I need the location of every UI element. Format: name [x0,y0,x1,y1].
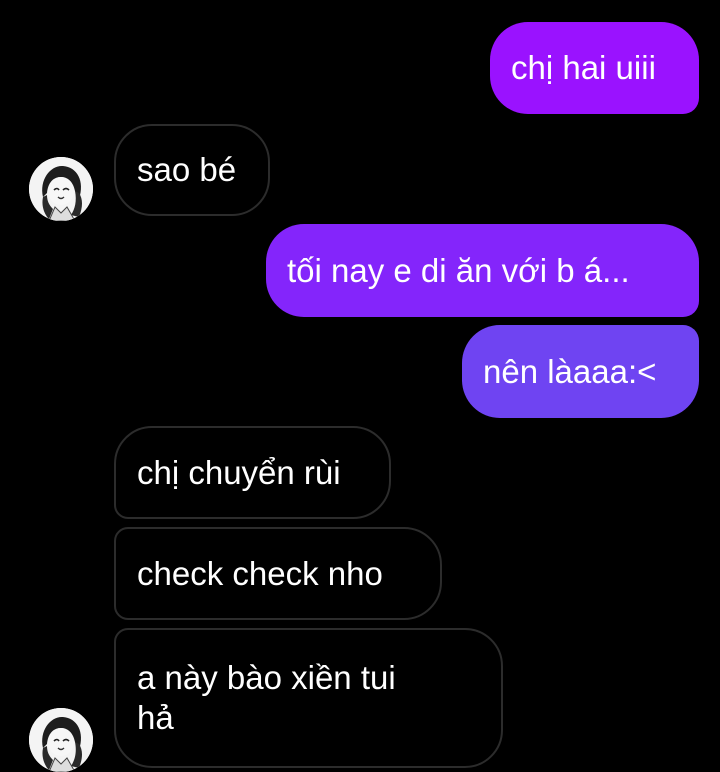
incoming-message[interactable]: check check nho [114,527,442,620]
incoming-message[interactable]: sao bé [114,124,270,216]
contact-avatar[interactable] [29,157,93,221]
incoming-message[interactable]: chị chuyển rùi [114,426,391,519]
contact-avatar[interactable] [29,708,93,772]
message-text: sao bé [137,151,237,188]
message-text: chị chuyển rùi [137,453,341,491]
avatar-icon [29,157,93,221]
outgoing-message[interactable]: nên làaaa:< [462,325,699,418]
outgoing-message[interactable]: tối nay e di ăn với b á... [266,224,699,317]
message-text: chị hai uiii [511,49,656,86]
message-thread: chị hai uiii sao bé tối nay e di ăn với … [0,0,720,772]
avatar-icon [29,708,93,772]
message-text: a này bào xiền tui hả [137,659,396,736]
outgoing-message[interactable]: chị hai uiii [490,22,699,114]
message-text: check check nho [137,554,383,592]
message-text: nên làaaa:< [483,352,657,390]
message-text: tối nay e di ăn với b á... [287,251,630,289]
incoming-message[interactable]: a này bào xiền tui hả [114,628,503,768]
